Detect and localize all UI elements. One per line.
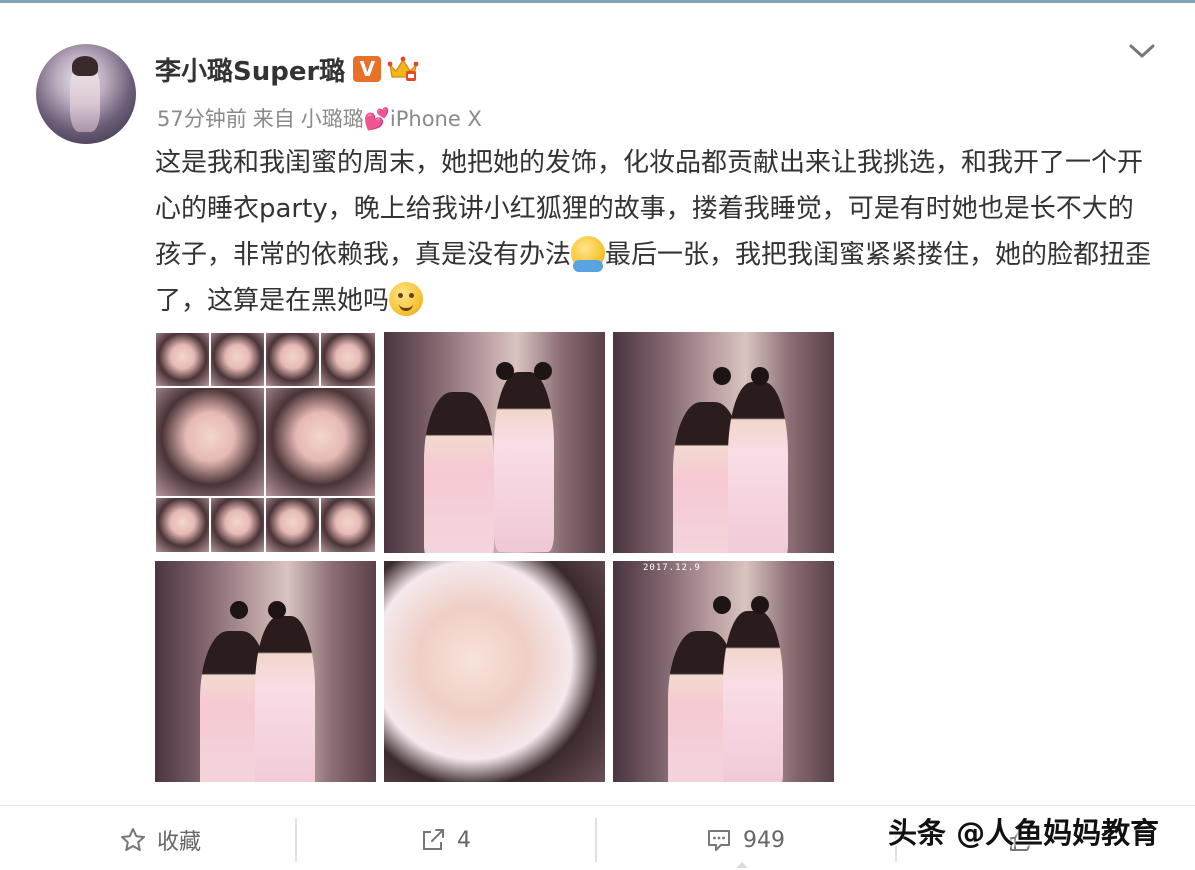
ears-headband (496, 362, 552, 382)
avatar[interactable] (36, 44, 136, 144)
star-icon (119, 826, 147, 854)
collage-cell (265, 497, 320, 553)
collage-cell (210, 497, 265, 553)
post-text: 这是我和我闺蜜的周末，她把她的发饰，化妆品都贡献出来让我挑选，和我开了一个开心的… (155, 140, 1155, 324)
username-row: 李小璐Super璐 V (155, 51, 419, 88)
top-accent-line (0, 0, 1195, 3)
watermark: 头条 @人鱼妈妈教育 (888, 816, 1160, 850)
chevron-down-icon[interactable] (1125, 38, 1159, 64)
avatar-hair (72, 56, 98, 76)
collage-cell (265, 387, 376, 497)
ears-headband (230, 601, 286, 621)
photo-grid: 2017.12.9 (155, 332, 835, 782)
comment-icon (705, 826, 733, 854)
collage-cell (155, 387, 265, 497)
share-button[interactable]: 4 (340, 818, 550, 862)
vip-crown-icon (387, 55, 419, 83)
collage-cell (155, 332, 210, 387)
photo-subject (728, 382, 788, 553)
collage-cell (320, 332, 376, 387)
collage-cell (320, 497, 376, 553)
action-separator (595, 818, 597, 862)
smile-emoji-icon (389, 282, 424, 316)
collage-cell (265, 332, 320, 387)
photo-subject (424, 392, 494, 553)
comment-count: 949 (743, 827, 785, 853)
hug-emoji-icon (571, 236, 606, 272)
photo-thumbnail[interactable] (155, 332, 376, 553)
favorite-button[interactable]: 收藏 (60, 818, 260, 862)
share-count: 4 (457, 827, 471, 853)
photo-subject (494, 372, 554, 552)
photo-thumbnail[interactable]: 2017.12.9 (613, 561, 834, 782)
source-prefix: 来自 (252, 107, 295, 131)
photo-subject (723, 611, 783, 782)
photo-subject (255, 616, 315, 782)
post-timestamp[interactable]: 57分钟前 (157, 103, 247, 133)
share-icon (419, 826, 447, 854)
photo-thumbnail[interactable] (155, 561, 376, 782)
comment-caret (736, 862, 748, 868)
collage-cell (155, 497, 210, 553)
post-meta: 57分钟前 来自 小璐璐💕iPhone X (157, 103, 482, 133)
post-source[interactable]: 小璐璐💕iPhone X (301, 103, 482, 133)
photo-datestamp: 2017.12.9 (643, 563, 701, 573)
photo-thumbnail[interactable] (384, 561, 605, 782)
action-separator (295, 818, 297, 862)
collage-cell (210, 332, 265, 387)
comment-button[interactable]: 949 (640, 818, 850, 862)
ears-headband (713, 367, 769, 387)
favorite-label: 收藏 (156, 830, 201, 855)
footer-divider (0, 805, 1195, 806)
photo-thumbnail[interactable] (613, 332, 834, 553)
photo-thumbnail[interactable] (384, 332, 605, 553)
ears-headband (713, 596, 769, 616)
username[interactable]: 李小璐Super璐 (155, 51, 345, 88)
verified-badge-icon: V (353, 56, 382, 82)
